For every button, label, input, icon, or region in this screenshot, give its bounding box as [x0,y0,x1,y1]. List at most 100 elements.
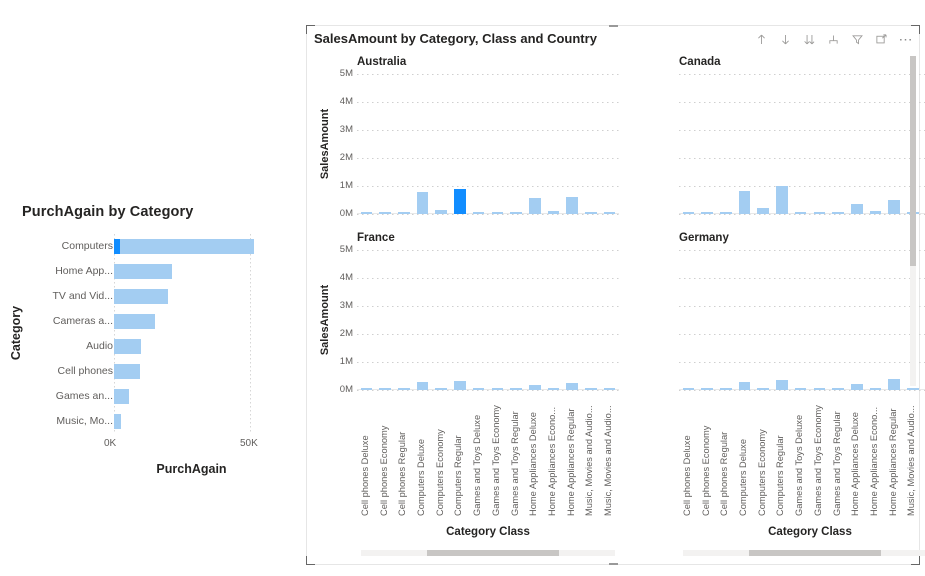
x-tick-label[interactable]: Games and Toys Regular [510,411,520,516]
x-tick-label[interactable]: Cell phones Regular [397,432,407,516]
x-tick-label[interactable]: Games and Toys Deluxe [794,415,804,516]
panel-bar[interactable] [585,212,597,214]
x-tick-label[interactable]: Games and Toys Deluxe [472,415,482,516]
panel-bar[interactable] [454,188,466,214]
x-tick-label[interactable]: Games and Toys Economy [491,405,501,516]
panel-bar[interactable] [603,388,616,390]
panel-bar[interactable] [813,388,826,390]
x-tick-label[interactable]: Computers Economy [757,429,767,516]
expand-all-icon[interactable] [803,33,816,46]
x-tick-label[interactable]: Computers Deluxe [416,439,426,516]
panel-bar[interactable] [719,388,732,390]
left-category-label[interactable]: TV and Vid... [30,284,113,309]
left-category-label[interactable]: Computers [30,234,113,259]
panel-bar[interactable] [738,381,751,390]
scrollbar-thumb[interactable] [427,550,560,556]
panel-horizontal-scrollbar[interactable] [683,550,925,556]
panel-bar[interactable] [472,388,485,390]
selection-handle-bottom[interactable] [609,563,618,565]
left-bar[interactable] [114,339,142,354]
panel-bar[interactable] [757,388,769,390]
panel-bar[interactable] [832,388,844,390]
panel-bar[interactable] [454,381,466,390]
purchagain-by-category-visual[interactable]: PurchAgain by Category Category Computer… [0,186,292,496]
panel-bar[interactable] [850,204,863,214]
x-tick-label[interactable]: Music, Movies and Audio... [584,405,594,516]
scrollbar-thumb[interactable] [749,550,882,556]
panel-bar[interactable] [360,388,373,390]
panel-bar[interactable] [794,212,807,214]
panel-bar[interactable] [566,196,578,214]
panel-bar[interactable] [547,388,560,390]
panel-bar[interactable] [701,212,713,214]
left-bar-row[interactable] [114,259,269,284]
x-tick-label[interactable]: Home Appliances Deluxe [528,412,538,516]
selection-handle-top[interactable] [609,25,618,27]
left-bar-row[interactable] [114,334,269,359]
panel-bar[interactable] [360,212,373,214]
left-category-label[interactable]: Music, Mo... [30,409,113,434]
panel-bar[interactable] [850,384,863,390]
x-tick-label[interactable]: Cell phones Deluxe [360,435,370,516]
small-multiple-panel[interactable]: France SalesAmount 0M 1M 2M 3M 4M 5M [315,228,619,404]
panel-bar[interactable] [869,388,882,390]
panel-bar[interactable] [491,212,504,214]
left-bar-row[interactable] [114,359,269,384]
x-tick-label[interactable]: Home Appliances Regular [888,409,898,517]
left-bar[interactable] [114,239,255,254]
x-tick-label[interactable]: Cell phones Deluxe [682,435,692,516]
panel-bar[interactable] [757,208,769,214]
left-bar-row[interactable] [114,309,269,334]
x-tick-label[interactable]: Home Appliances Econo... [547,407,557,516]
panel-bar[interactable] [472,212,485,214]
salesamount-small-multiples-visual[interactable]: SalesAmount by Category, Class and Count… [306,25,925,565]
panel-bar[interactable] [416,191,429,214]
panel-bar[interactable] [528,384,541,390]
x-tick-label[interactable]: Cell phones Economy [379,426,389,516]
left-bar[interactable] [114,314,155,329]
left-category-label[interactable]: Cell phones [30,359,113,384]
left-category-label[interactable]: Games an... [30,384,113,409]
x-tick-label[interactable]: Computers Deluxe [738,439,748,516]
panel-bar[interactable] [813,212,826,214]
panel-bar[interactable] [603,212,616,214]
drill-mode-icon[interactable] [827,33,840,46]
panel-bar[interactable] [832,212,844,214]
x-tick-label[interactable]: Music, Movies and Audio... [906,405,916,516]
left-category-label[interactable]: Audio [30,334,113,359]
selection-handle-bottom-right[interactable] [911,556,920,565]
panel-bar[interactable] [547,211,560,214]
selection-handle-bottom-left[interactable] [306,556,315,565]
x-tick-label[interactable]: Home Appliances Econo... [869,407,879,516]
left-bar[interactable] [114,389,129,404]
drill-up-icon[interactable] [755,33,768,46]
left-bar[interactable] [114,414,121,429]
left-bar[interactable] [114,364,140,379]
visual-vertical-scrollbar[interactable] [910,56,916,386]
panel-bar[interactable] [510,212,522,214]
filter-icon[interactable] [851,33,864,46]
left-bar-row[interactable] [114,384,269,409]
x-tick-label[interactable]: Cell phones Economy [701,426,711,516]
left-bar-row[interactable] [114,234,269,259]
x-tick-label[interactable]: Cell phones Regular [719,432,729,516]
panel-bar[interactable] [397,388,410,390]
panel-bar[interactable] [888,379,900,390]
more-options-icon[interactable]: ⋯ [899,32,914,46]
small-multiple-panel[interactable]: Germany [637,228,925,404]
panel-bar[interactable] [585,388,597,390]
small-multiple-panel[interactable]: Canada [637,52,925,228]
panel-bar[interactable] [776,186,788,214]
panel-bar[interactable] [491,388,504,390]
x-tick-label[interactable]: Computers Regular [775,435,785,516]
left-category-label[interactable]: Cameras a... [30,309,113,334]
left-bar[interactable] [114,264,173,279]
panel-horizontal-scrollbar[interactable] [361,550,615,556]
panel-bar[interactable] [435,209,447,214]
panel-bar[interactable] [379,212,391,214]
x-tick-label[interactable]: Home Appliances Regular [566,409,576,517]
panel-bar[interactable] [888,200,900,214]
panel-bar[interactable] [907,388,919,390]
panel-bar[interactable] [528,198,541,214]
panel-bar[interactable] [682,212,695,214]
